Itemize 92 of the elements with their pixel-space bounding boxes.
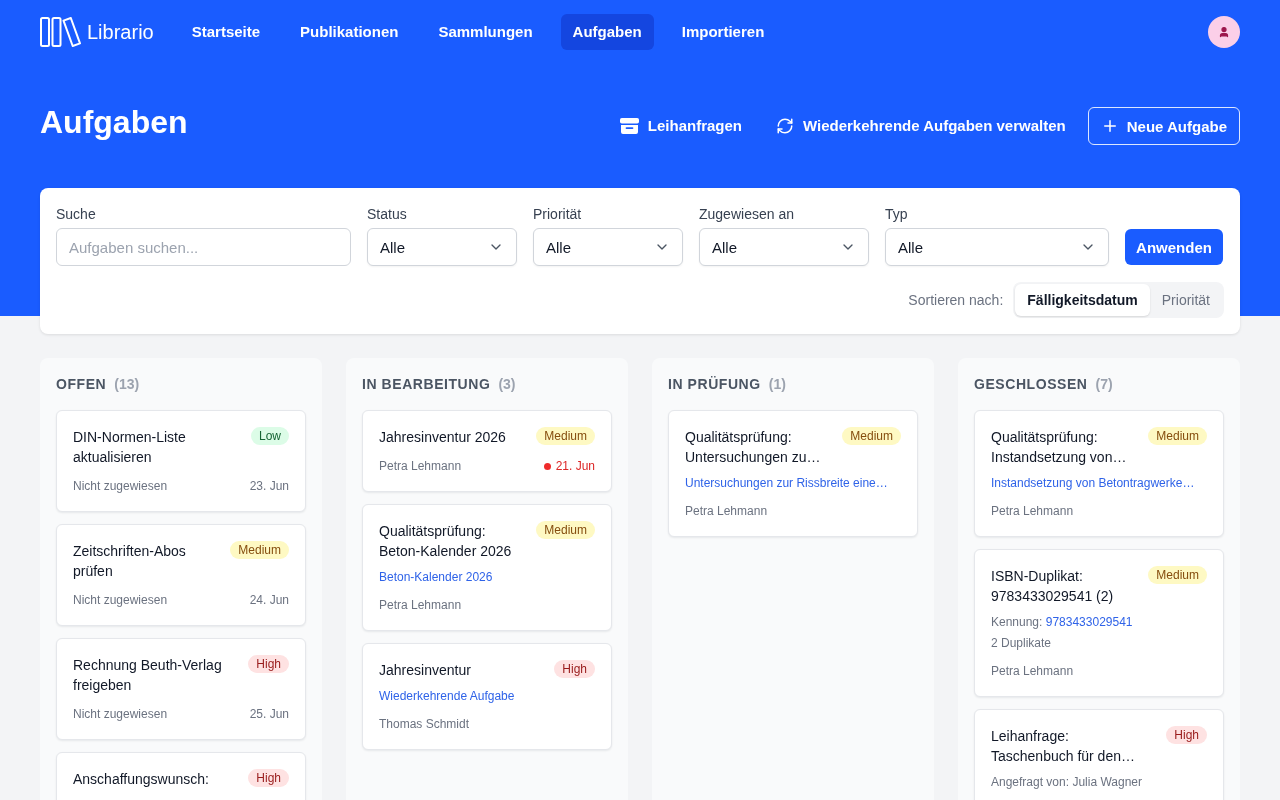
nav-tab[interactable]: Publikationen	[288, 14, 411, 50]
column-count: (1)	[768, 375, 786, 394]
nav-tab[interactable]: Aufgaben	[560, 14, 654, 50]
identifier-link[interactable]: 9783433029541	[1045, 615, 1133, 629]
task-title: DIN-Normen-Liste aktualisieren	[73, 428, 187, 467]
select-dropdown[interactable]: Alle	[699, 228, 869, 266]
assignee-name: Thomas Schmidt	[379, 716, 470, 733]
apply-button[interactable]: Anwenden	[1125, 229, 1223, 265]
overdue-dot-icon	[543, 462, 551, 470]
priority-badge: Medium	[536, 427, 595, 445]
task-card[interactable]: Qualitätsprüfung: Beton-Kalender 2026 Medium Beton-Kalender 2026 Petra Lehmann	[362, 504, 612, 631]
column-count: (3)	[498, 375, 516, 394]
publication-link[interactable]: Wiederkehrende Aufgabe	[379, 689, 515, 703]
assignee-name: Nicht zugewiesen	[73, 592, 168, 609]
assignee-name: Petra Lehmann	[991, 503, 1074, 520]
assignee-name: Petra Lehmann	[379, 597, 462, 614]
publication-link[interactable]: Untersuchungen zur Rissbreite eine…	[685, 476, 888, 490]
archive-box-icon	[619, 118, 639, 134]
field-label: Typ	[885, 205, 909, 224]
page-title: Aufgaben	[40, 103, 188, 141]
field-label: Zugewiesen an	[699, 205, 795, 224]
due-date: 24. Jun	[249, 592, 289, 609]
task-card[interactable]: Qualitätsprüfung: Instandsetzung von… Medium Instandsetzung von Betontragwerke… Petra Lehmann	[974, 410, 1224, 537]
priority-badge: Medium	[842, 427, 901, 445]
publication-link[interactable]: Instandsetzung von Betontragwerke…	[991, 476, 1195, 490]
task-title: Jahresinventur 2026	[379, 428, 506, 447]
task-card[interactable]: ISBN-Duplikat: 9783433029541 (2) Medium Kennung: 9783433029541 2 Duplikate Petra Lehmann	[974, 549, 1224, 697]
sort-option[interactable]: Fälligkeitsdatum	[1015, 284, 1150, 316]
due-date: 23. Jun	[249, 478, 289, 495]
identifier-label: Kennung:	[991, 615, 1043, 629]
user-avatar-button[interactable]	[1208, 16, 1240, 48]
nav-tab[interactable]: Startseite	[179, 14, 273, 50]
task-card[interactable]: Anschaffungswunsch: High	[56, 752, 306, 800]
column-count: (7)	[1095, 375, 1113, 394]
sort-label: Sortieren nach:	[908, 292, 1004, 308]
task-title: Qualitätsprüfung: Untersuchungen zu…	[685, 428, 822, 467]
card-note: 2 Duplikate	[991, 636, 1052, 650]
select-dropdown[interactable]: Alle	[533, 228, 683, 266]
task-title: Zeitschriften-Abos prüfen	[73, 542, 187, 581]
column-title: IN PRÜFUNG	[668, 375, 761, 394]
task-title: ISBN-Duplikat: 9783433029541 (2)	[991, 567, 1115, 606]
priority-badge: Medium	[1148, 427, 1207, 445]
task-card[interactable]: Leihanfrage: Taschenbuch für den… High Angefragt von: Julia Wagner	[974, 709, 1224, 800]
sort-option[interactable]: Priorität	[1149, 284, 1222, 316]
assignee-name: Petra Lehmann	[685, 503, 768, 520]
new-task-button[interactable]: Neue Aufgabe	[1087, 107, 1240, 145]
field-label: Priorität	[533, 205, 583, 224]
priority-badge: High	[248, 655, 289, 673]
column-title: IN BEARBEITUNG	[362, 375, 491, 394]
task-title: Qualitätsprüfung: Beton-Kalender 2026	[379, 522, 513, 561]
assignee-name: Petra Lehmann	[991, 663, 1074, 680]
task-card[interactable]: Rechnung Beuth-Verlag freigeben High Nicht zugewiesen 25. Jun	[56, 638, 306, 740]
assignee-name: Petra Lehmann	[379, 458, 462, 475]
loan-requests-button[interactable]: Leihanfragen	[607, 109, 754, 143]
column-count: (13)	[114, 375, 140, 394]
search-field[interactable]: Aufgaben suchen...	[56, 228, 351, 266]
task-card[interactable]: Jahresinventur 2026 Medium Petra Lehmann 21. Jun	[362, 410, 612, 492]
nav-tab[interactable]: Importieren	[669, 14, 777, 50]
column-title: OFFEN	[56, 375, 107, 394]
task-title: Rechnung Beuth-Verlag freigeben	[73, 656, 223, 695]
recurring-tasks-button[interactable]: Wiederkehrende Aufgaben verwalten	[764, 109, 1078, 143]
priority-badge: High	[554, 660, 595, 678]
column-title: GESCHLOSSEN	[974, 375, 1088, 394]
priority-badge: Medium	[536, 521, 595, 539]
nav-tab[interactable]: Sammlungen	[426, 14, 545, 50]
task-card[interactable]: Zeitschriften-Abos prüfen Medium Nicht zugewiesen 24. Jun	[56, 524, 306, 626]
publication-link[interactable]: Beton-Kalender 2026	[379, 570, 493, 584]
task-title: Jahresinventur	[379, 661, 471, 680]
assignee-name: Nicht zugewiesen	[73, 706, 168, 723]
priority-badge: Medium	[1148, 566, 1207, 584]
field-label: Suche	[56, 205, 97, 224]
priority-badge: Medium	[230, 541, 289, 559]
priority-badge: High	[248, 769, 289, 787]
due-date: 25. Jun	[249, 706, 289, 723]
card-note: Angefragt von: Julia Wagner	[991, 775, 1142, 789]
books-logo-icon	[40, 17, 81, 47]
task-title: Anschaffungswunsch:	[73, 770, 209, 789]
priority-badge: High	[1166, 726, 1207, 744]
assignee-name: Nicht zugewiesen	[73, 478, 168, 495]
task-title: Leihanfrage: Taschenbuch für den…	[991, 727, 1136, 766]
task-title: Qualitätsprüfung: Instandsetzung von…	[991, 428, 1128, 467]
task-card[interactable]: DIN-Normen-Liste aktualisieren Low Nicht zugewiesen 23. Jun	[56, 410, 306, 512]
select-dropdown[interactable]: Alle	[885, 228, 1109, 266]
priority-badge: Low	[251, 427, 289, 445]
due-date: 21. Jun	[555, 458, 595, 475]
field-label: Status	[367, 205, 408, 224]
person-icon	[1218, 26, 1230, 38]
task-card[interactable]: Jahresinventur High Wiederkehrende Aufgabe Thomas Schmidt	[362, 643, 612, 750]
select-dropdown[interactable]: Alle	[367, 228, 517, 266]
task-card[interactable]: Qualitätsprüfung: Untersuchungen zu… Medium Untersuchungen zur Rissbreite eine… Petra Lehmann	[668, 410, 918, 537]
refresh-icon	[776, 117, 794, 135]
app-name: Librario	[87, 20, 154, 44]
